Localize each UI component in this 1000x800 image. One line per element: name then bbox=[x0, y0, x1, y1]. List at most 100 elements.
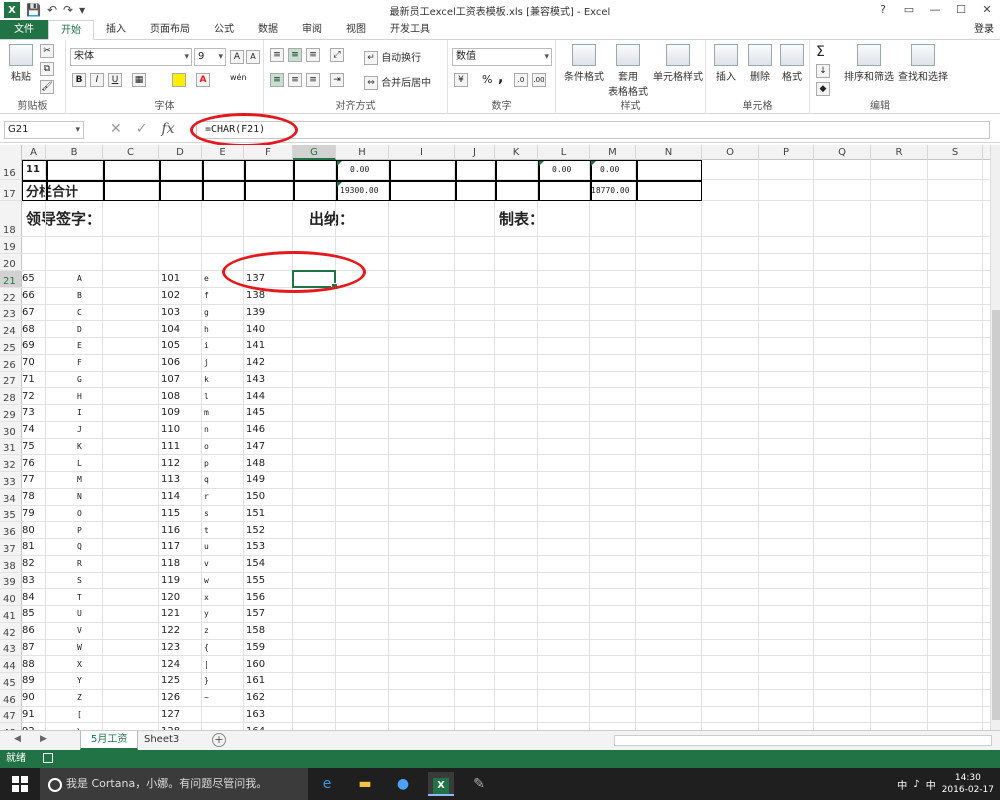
cell-code[interactable]: 76 bbox=[22, 455, 35, 471]
cell-code3[interactable]: 137 bbox=[246, 271, 265, 287]
next-sheet-icon[interactable]: ▶ bbox=[40, 734, 47, 744]
cell-code3[interactable]: 151 bbox=[246, 506, 265, 522]
row-header[interactable]: 18 bbox=[0, 201, 22, 236]
macro-record-icon[interactable] bbox=[43, 753, 54, 763]
cell-code2[interactable]: 126 bbox=[161, 690, 180, 706]
row-header[interactable]: 34 bbox=[0, 488, 22, 505]
row-header[interactable]: 43 bbox=[0, 639, 22, 656]
cell-m17[interactable]: 18770.00 bbox=[591, 180, 630, 200]
cell-code2[interactable]: 110 bbox=[161, 422, 180, 438]
cell-char2[interactable]: q bbox=[204, 472, 209, 488]
formula-input[interactable]: =CHAR(F21) bbox=[196, 121, 990, 139]
number-format-select[interactable]: 数值 bbox=[452, 48, 552, 66]
sheet-tab-sheet3[interactable]: Sheet3 bbox=[134, 731, 189, 750]
cell-code2[interactable]: 111 bbox=[161, 439, 180, 455]
cashier-label[interactable]: 出纳： bbox=[309, 201, 354, 236]
column-header[interactable]: J bbox=[455, 145, 495, 160]
fill-icon[interactable]: ↓ bbox=[816, 64, 830, 78]
increase-decimal-icon[interactable]: .0 bbox=[514, 73, 528, 87]
cell-m16[interactable]: 0.00 bbox=[600, 160, 619, 179]
column-header[interactable]: O bbox=[702, 145, 759, 160]
column-header[interactable]: R bbox=[871, 145, 928, 160]
windows-start-icon[interactable] bbox=[12, 776, 28, 792]
cell-code[interactable]: 77 bbox=[22, 472, 35, 488]
cell-code2[interactable]: 113 bbox=[161, 472, 180, 488]
cell-char[interactable]: A bbox=[77, 271, 82, 287]
minimize-button[interactable]: — bbox=[922, 0, 948, 20]
cell-code3[interactable]: 158 bbox=[246, 623, 265, 639]
format-as-table-button[interactable]: 套用 表格格式 bbox=[606, 44, 650, 98]
vertical-scroll-thumb[interactable] bbox=[992, 310, 1000, 720]
cell-char2[interactable]: k bbox=[204, 372, 209, 388]
cell-char2[interactable]: o bbox=[204, 439, 209, 455]
cell-char2[interactable]: y bbox=[204, 606, 209, 622]
tab-insert[interactable]: 插入 bbox=[94, 20, 138, 39]
cell-code2[interactable]: 125 bbox=[161, 673, 180, 689]
cell-char2[interactable]: f bbox=[204, 288, 209, 304]
tab-data[interactable]: 数据 bbox=[246, 20, 290, 39]
cell-char[interactable]: Q bbox=[77, 539, 82, 555]
cell-code2[interactable]: 101 bbox=[161, 271, 180, 287]
cell-code[interactable]: 78 bbox=[22, 489, 35, 505]
insert-cells-button[interactable]: 插入 bbox=[710, 44, 742, 83]
row-header[interactable]: 16 bbox=[0, 160, 22, 179]
cell-code[interactable]: 69 bbox=[22, 338, 35, 354]
file-explorer-icon[interactable]: ▬ bbox=[352, 772, 378, 796]
column-header[interactable]: P bbox=[759, 145, 814, 160]
cancel-icon[interactable]: ✕ bbox=[110, 121, 122, 137]
align-bottom-icon[interactable]: ≡ bbox=[306, 48, 320, 62]
cell-code[interactable]: 70 bbox=[22, 355, 35, 371]
row-header[interactable]: 27 bbox=[0, 371, 22, 388]
cell-char[interactable]: B bbox=[77, 288, 82, 304]
cell-code3[interactable]: 140 bbox=[246, 321, 265, 337]
row-header[interactable]: 45 bbox=[0, 673, 22, 689]
cell-code3[interactable]: 148 bbox=[246, 455, 265, 471]
cortana-search[interactable]: 我是 Cortana，小娜。有问题尽管问我。 bbox=[40, 768, 308, 800]
italic-button[interactable]: I bbox=[90, 73, 104, 87]
cell-code2[interactable]: 120 bbox=[161, 589, 180, 605]
decrease-font-icon[interactable]: A bbox=[246, 50, 260, 64]
cell-a16[interactable]: 11 bbox=[26, 160, 40, 179]
cell-code3[interactable]: 147 bbox=[246, 439, 265, 455]
cell-code[interactable]: 65 bbox=[22, 271, 35, 287]
cell-char2[interactable]: s bbox=[204, 506, 209, 522]
sheet-tab-may-salary[interactable]: 5月工资 bbox=[80, 731, 139, 750]
row-header[interactable]: 33 bbox=[0, 472, 22, 488]
cell-char2[interactable]: u bbox=[204, 539, 209, 555]
cell-code3[interactable]: 160 bbox=[246, 656, 265, 672]
cell-char[interactable]: P bbox=[77, 522, 82, 538]
cell-char[interactable]: U bbox=[77, 606, 82, 622]
cell-char2[interactable]: w bbox=[204, 573, 209, 589]
cell-char[interactable]: F bbox=[77, 355, 82, 371]
orientation-icon[interactable]: ⤢ bbox=[330, 48, 344, 62]
row-header[interactable]: 37 bbox=[0, 539, 22, 555]
cell-code2[interactable]: 103 bbox=[161, 305, 180, 321]
cell-h16[interactable]: 0.00 bbox=[350, 160, 369, 179]
cell-char[interactable]: J bbox=[77, 422, 82, 438]
cell-char2[interactable]: x bbox=[204, 589, 209, 605]
cell-code2[interactable]: 114 bbox=[161, 489, 180, 505]
row-header[interactable]: 29 bbox=[0, 405, 22, 421]
column-header[interactable]: S bbox=[928, 145, 983, 160]
worksheet-grid[interactable]: ABCDEFGHIJKLMNOPQRS 16 11 0.00 0.00 0.00 17 分栏… bbox=[0, 145, 990, 730]
cell-char[interactable]: Y bbox=[77, 673, 82, 689]
cell-char[interactable]: V bbox=[77, 623, 82, 639]
find-select-button[interactable]: 查找和选择 bbox=[896, 44, 950, 83]
cell-a17-subtotal[interactable]: 分栏合计 bbox=[26, 180, 78, 200]
cell-code3[interactable]: 149 bbox=[246, 472, 265, 488]
column-header[interactable]: K bbox=[495, 145, 538, 160]
percent-button[interactable]: % bbox=[482, 73, 492, 86]
cell-char2[interactable]: p bbox=[204, 455, 209, 471]
cell-char2[interactable]: t bbox=[204, 522, 209, 538]
row-header[interactable]: 22 bbox=[0, 287, 22, 304]
cell-char2[interactable]: j bbox=[204, 355, 209, 371]
cell-code2[interactable]: 109 bbox=[161, 405, 180, 421]
cell-code2[interactable]: 123 bbox=[161, 640, 180, 656]
row-header[interactable]: 30 bbox=[0, 421, 22, 438]
cell-code2[interactable]: 112 bbox=[161, 455, 180, 471]
cell-code[interactable]: 74 bbox=[22, 422, 35, 438]
cell-char2[interactable]: z bbox=[204, 623, 209, 639]
cell-code[interactable]: 79 bbox=[22, 506, 35, 522]
cell-code[interactable]: 81 bbox=[22, 539, 35, 555]
column-header[interactable]: G bbox=[293, 145, 336, 160]
